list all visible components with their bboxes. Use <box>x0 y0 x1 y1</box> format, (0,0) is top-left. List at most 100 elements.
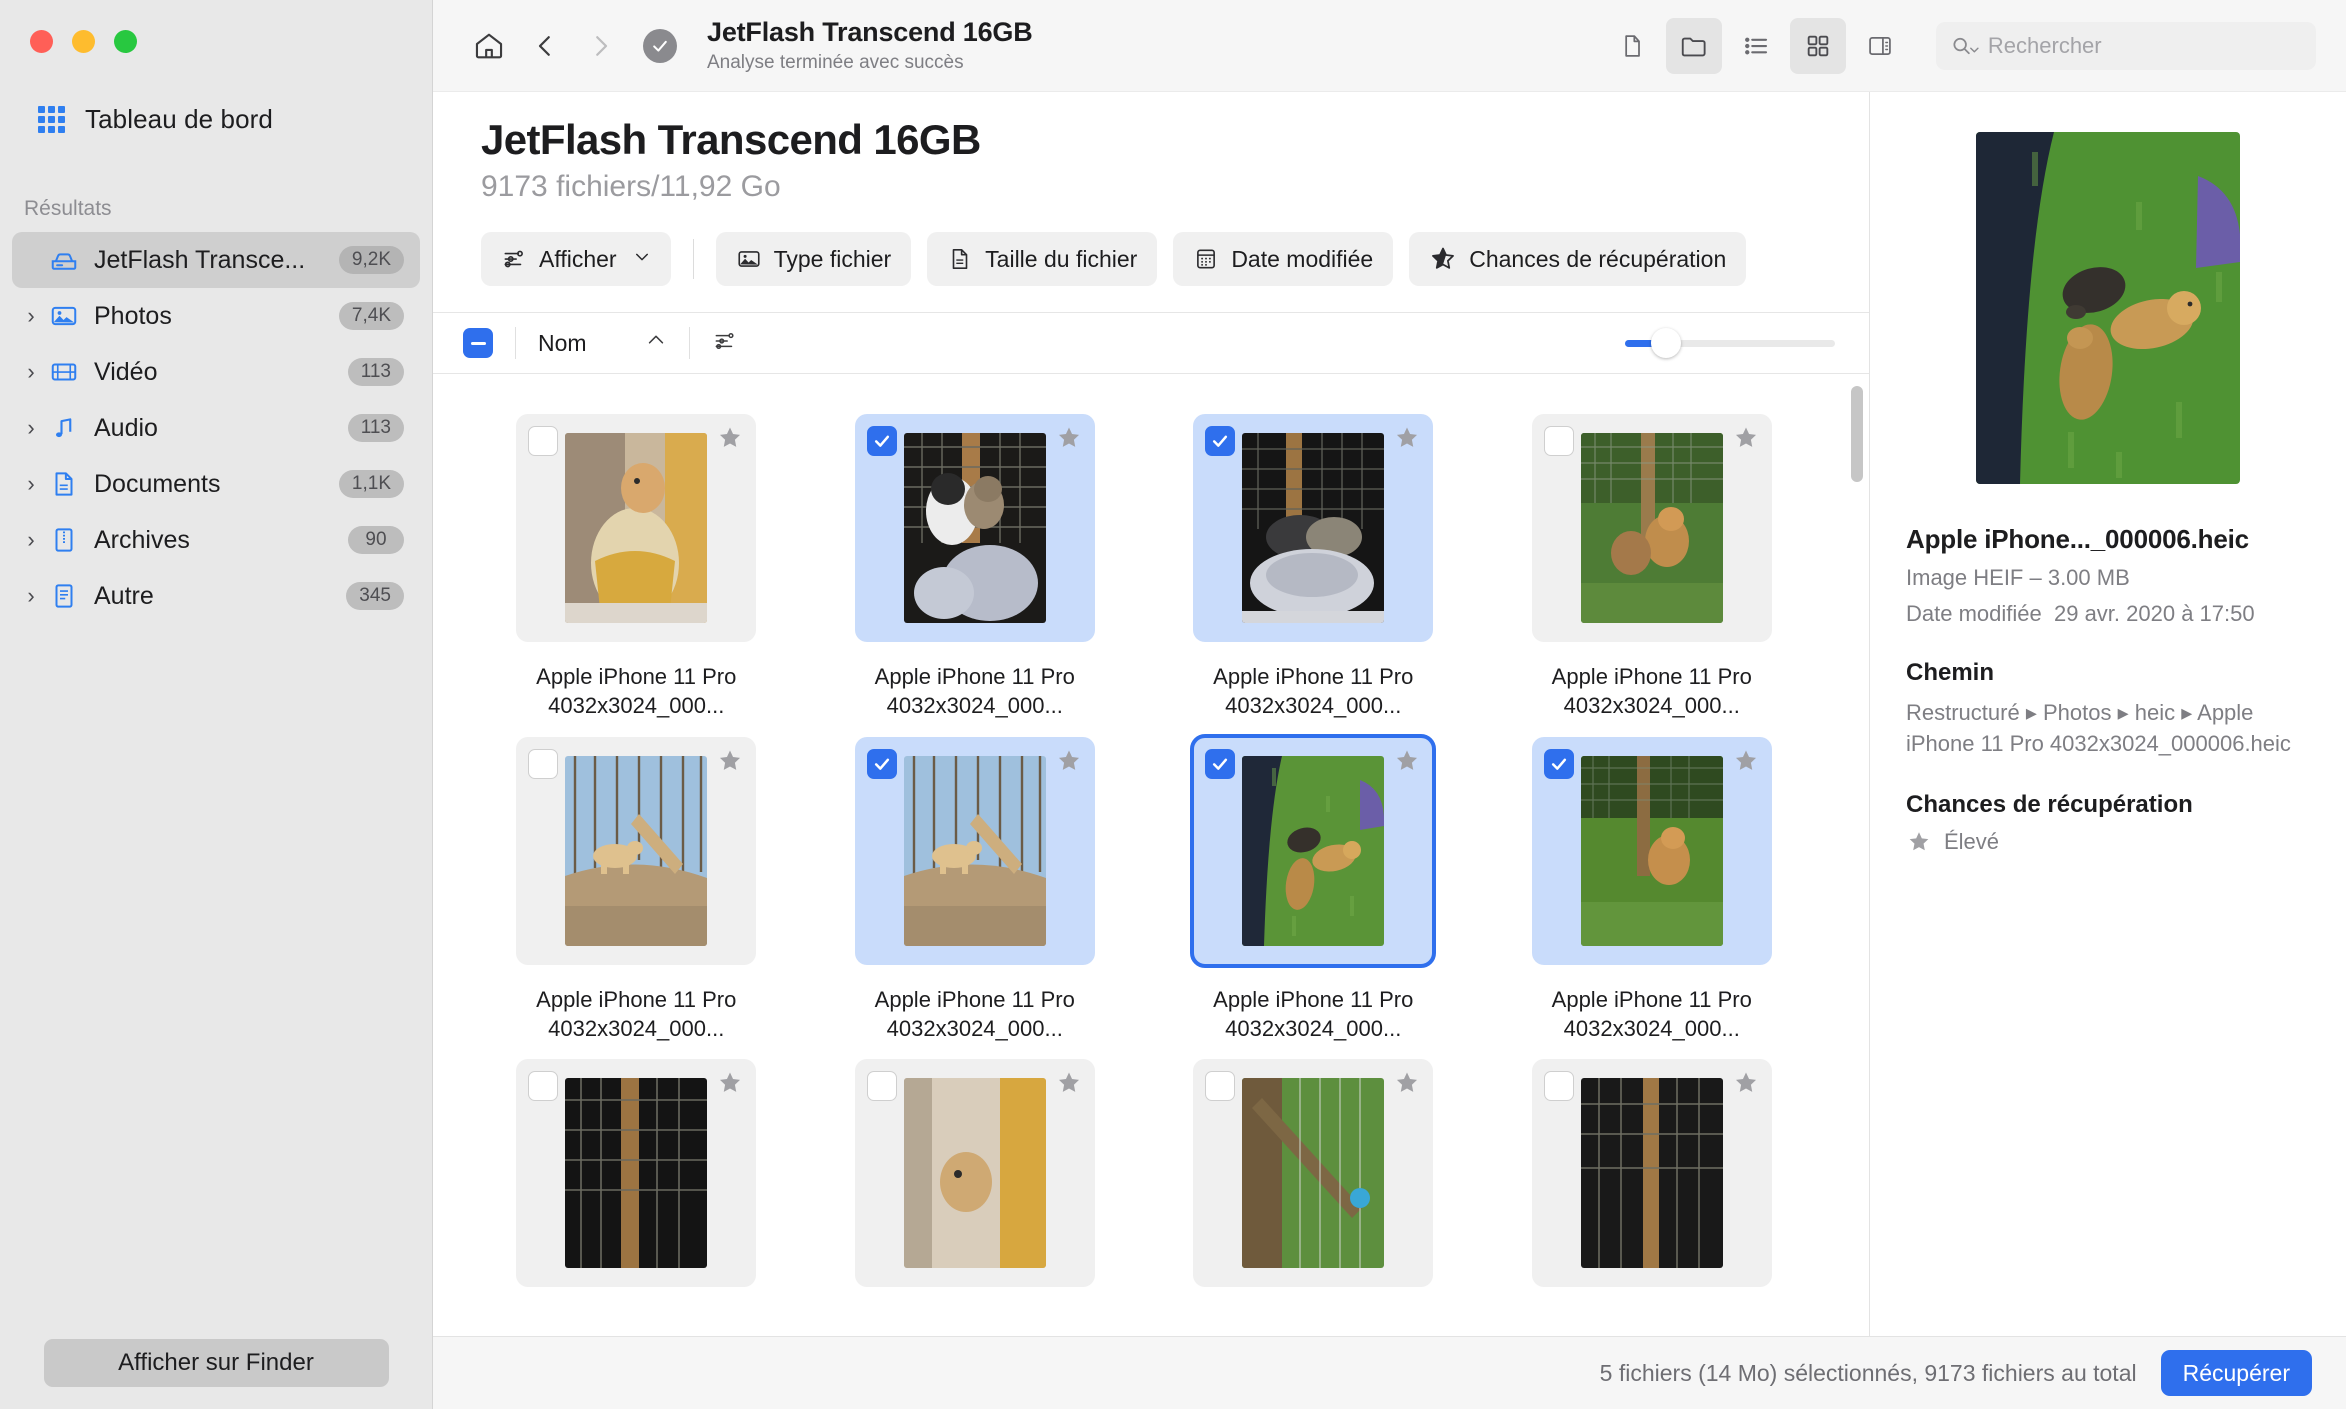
thumbnail-container[interactable] <box>1531 736 1772 965</box>
grid-item[interactable] <box>1144 1043 1483 1307</box>
thumbnail-container[interactable] <box>1193 1059 1434 1287</box>
sidebar-item-jetflash[interactable]: JetFlash Transce... 9,2K <box>12 232 420 288</box>
item-checkbox[interactable] <box>528 748 559 779</box>
filter-file-size[interactable]: Taille du fichier <box>927 232 1158 286</box>
grid-item[interactable]: Apple iPhone 11 Pro 4032x3024_000... <box>806 398 1145 721</box>
other-icon <box>44 581 84 611</box>
thumbnail-container[interactable] <box>516 736 757 965</box>
sidebar-item-documents[interactable]: › Documents 1,1K <box>12 456 420 512</box>
item-checkbox[interactable] <box>866 1071 897 1101</box>
item-checkbox[interactable] <box>1205 1071 1236 1101</box>
star-filled-icon[interactable] <box>1393 424 1421 457</box>
list-view-icon[interactable] <box>1728 18 1784 74</box>
sidebar-item-dashboard[interactable]: Tableau de bord <box>24 96 287 143</box>
grid-options-icon[interactable] <box>712 328 738 359</box>
thumbnail-container[interactable] <box>516 1059 757 1287</box>
grid-item[interactable]: Apple iPhone 11 Pro 4032x3024_000... <box>1144 721 1483 1044</box>
item-checkbox[interactable] <box>1543 1071 1574 1101</box>
item-checkbox[interactable] <box>528 426 559 456</box>
thumbnail-container[interactable] <box>854 414 1095 642</box>
main-area: JetFlash Transcend 16GB Analyse terminée… <box>433 0 2346 1409</box>
item-checkbox[interactable] <box>1205 748 1236 779</box>
detail-modified: Date modifiée 29 avr. 2020 à 17:50 <box>1906 601 2310 627</box>
star-filled-icon[interactable] <box>1732 1069 1760 1102</box>
thumbnail-container[interactable] <box>1531 414 1772 642</box>
star-filled-icon[interactable] <box>716 1069 744 1102</box>
sidebar-item-other[interactable]: › Autre 345 <box>12 568 420 624</box>
star-filled-icon[interactable] <box>1732 747 1760 780</box>
grid-item[interactable]: Apple iPhone 11 Pro 4032x3024_000... <box>467 398 806 721</box>
sidebar-item-archives[interactable]: › Archives 90 <box>12 512 420 568</box>
thumbnail-container[interactable] <box>1531 1059 1772 1287</box>
chevron-right-icon[interactable]: › <box>18 529 44 551</box>
thumbnail-size-slider[interactable] <box>1625 328 1835 358</box>
chevron-right-icon[interactable]: › <box>18 585 44 607</box>
thumbnail-image <box>565 755 708 946</box>
chevron-right-icon[interactable]: › <box>18 417 44 439</box>
back-button[interactable] <box>517 18 573 74</box>
thumbnail-container[interactable] <box>1193 414 1434 642</box>
sidebar-view-icon[interactable] <box>1852 18 1908 74</box>
zoom-button[interactable] <box>114 30 137 53</box>
thumbnail-container[interactable] <box>516 414 757 642</box>
item-checkbox[interactable] <box>1205 426 1236 456</box>
star-filled-icon[interactable] <box>1393 1069 1421 1102</box>
show-in-finder-button[interactable]: Afficher sur Finder <box>43 1339 389 1387</box>
chevron-right-icon[interactable]: › <box>18 361 44 383</box>
thumbnail-container[interactable] <box>854 1059 1095 1287</box>
chevron-up-icon[interactable] <box>645 329 667 357</box>
grid-item[interactable] <box>467 1043 806 1307</box>
item-checkbox[interactable] <box>1543 748 1574 779</box>
close-button[interactable] <box>30 30 53 53</box>
filter-label: Type fichier <box>773 245 892 272</box>
grid-item[interactable] <box>1483 1043 1822 1307</box>
thumbnail-container[interactable] <box>854 736 1095 965</box>
grid-scroll-area[interactable]: Apple iPhone 11 Pro 4032x3024_000... App… <box>433 374 1869 1347</box>
filter-file-type[interactable]: Type fichier <box>715 232 912 286</box>
sort-column-label[interactable]: Nom <box>538 330 587 357</box>
item-checkbox[interactable] <box>866 426 897 456</box>
grid-item[interactable]: Apple iPhone 11 Pro 4032x3024_000... <box>806 721 1145 1044</box>
forward-button[interactable] <box>573 18 629 74</box>
thumbnail-image <box>1580 755 1723 946</box>
sidebar-item-video[interactable]: › Vidéo 113 <box>12 344 420 400</box>
select-all-checkbox[interactable] <box>463 328 493 358</box>
search-box[interactable] <box>1936 21 2316 70</box>
star-filled-icon[interactable] <box>716 747 744 780</box>
chevron-right-icon[interactable]: › <box>18 305 44 327</box>
star-filled-icon[interactable] <box>1393 747 1421 780</box>
app-window: Tableau de bord Résultats JetFlash Trans… <box>0 0 2346 1409</box>
item-caption: Apple iPhone 11 Pro 4032x3024_000... <box>1213 664 1414 719</box>
star-filled-icon[interactable] <box>1732 424 1760 457</box>
chevron-right-icon[interactable]: › <box>18 473 44 495</box>
star-filled-icon[interactable] <box>716 424 744 457</box>
item-checkbox[interactable] <box>866 748 897 779</box>
folder-view-icon[interactable] <box>1666 17 1722 74</box>
grid-item[interactable]: Apple iPhone 11 Pro 4032x3024_000... <box>1483 721 1822 1044</box>
grid-item[interactable]: Apple iPhone 11 Pro 4032x3024_000... <box>1483 398 1822 721</box>
star-filled-icon[interactable] <box>1055 1069 1083 1102</box>
item-checkbox[interactable] <box>528 1071 559 1101</box>
file-view-icon[interactable] <box>1604 18 1660 74</box>
search-input[interactable] <box>1987 32 2302 59</box>
item-caption: Apple iPhone 11 Pro 4032x3024_000... <box>1551 986 1752 1041</box>
star-filled-icon[interactable] <box>1055 424 1083 457</box>
chevron-down-icon <box>633 248 651 271</box>
star-filled-icon[interactable] <box>1055 747 1083 780</box>
recover-button[interactable]: Récupérer <box>2160 1350 2312 1396</box>
thumbnail-container[interactable] <box>1190 733 1437 968</box>
grid-item[interactable]: Apple iPhone 11 Pro 4032x3024_000... <box>467 721 806 1044</box>
sidebar-item-audio[interactable]: › Audio 113 <box>12 400 420 456</box>
afficher-button[interactable]: Afficher <box>481 232 671 286</box>
minimize-button[interactable] <box>72 30 95 53</box>
grid-view-icon[interactable] <box>1790 17 1846 74</box>
vertical-scrollbar[interactable] <box>1851 386 1863 482</box>
filter-recovery-chances[interactable]: Chances de récupération <box>1409 232 1747 286</box>
filter-date-modified[interactable]: Date modifiée <box>1173 232 1394 286</box>
item-checkbox[interactable] <box>1543 426 1574 456</box>
slider-knob[interactable] <box>1651 328 1681 358</box>
sidebar-item-photos[interactable]: › Photos 7,4K <box>12 288 420 344</box>
grid-item[interactable] <box>806 1043 1145 1307</box>
grid-item[interactable]: Apple iPhone 11 Pro 4032x3024_000... <box>1144 398 1483 721</box>
home-icon[interactable] <box>461 18 517 74</box>
